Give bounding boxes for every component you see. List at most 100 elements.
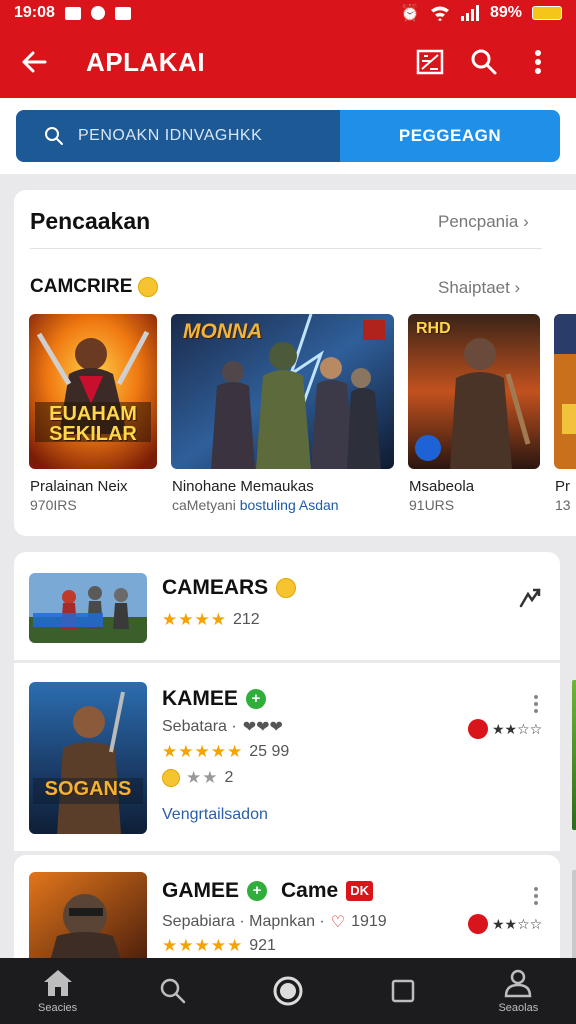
smiley-icon xyxy=(138,277,159,297)
search-icon xyxy=(471,49,497,75)
list-item[interactable]: SOGANS KAMEE + Sebatara · ❤❤❤ ★★★★★ 25 9… xyxy=(14,663,560,851)
item-more-button[interactable] xyxy=(526,693,546,715)
search-button[interactable] xyxy=(460,40,508,84)
game-cover-image xyxy=(29,314,157,469)
game-cover-title: MONNA xyxy=(183,320,263,343)
game-tile-sub-text: caMetyani xyxy=(172,497,236,513)
notification-icon xyxy=(64,6,81,20)
verified-badge-icon: + xyxy=(245,689,266,709)
list-item-title: CAMEARS xyxy=(162,576,297,600)
nav-home[interactable]: Seacies xyxy=(8,958,108,1024)
meta-text: Sebatara · xyxy=(162,718,237,735)
kebab-menu-icon xyxy=(535,50,541,74)
list-item[interactable]: CAMEARS ★★★★ 212 xyxy=(14,552,560,660)
meta-extra: 1919 xyxy=(351,913,387,930)
search-icon xyxy=(45,127,63,145)
battery-percent: 89% xyxy=(489,4,522,21)
game-thumbnail-image xyxy=(29,682,147,834)
nav-profile[interactable]: Seaolas xyxy=(468,958,568,1024)
rating-stars-icon: ★★☆☆ xyxy=(492,720,543,737)
wifi-icon xyxy=(430,6,449,21)
list-item-title-extra: Came xyxy=(281,879,339,902)
rating-count: 25 99 xyxy=(249,743,290,760)
list-item-rating: ★★★★★ 25 99 xyxy=(162,742,289,762)
list-item-meta: Sepabiara · Mapnkan · ♡ 1919 xyxy=(162,912,387,932)
list-item-rating: ★★★★★ 921 xyxy=(162,936,276,956)
nav-home-label: Seacies xyxy=(38,1002,78,1014)
search-icon xyxy=(160,978,186,1004)
rating-stars-icon: ★★☆☆ xyxy=(492,915,543,932)
game-thumbnail-image xyxy=(29,872,147,965)
item-more-button[interactable] xyxy=(526,885,546,907)
search-submit-button[interactable]: PEGGEAGN xyxy=(340,110,560,162)
game-tile[interactable] xyxy=(554,314,576,469)
game-tile-name: Pralainan Neix xyxy=(30,478,128,495)
next-card-edge xyxy=(572,680,576,830)
game-tile[interactable]: MONNA xyxy=(171,314,394,469)
list-item-link[interactable]: Vengrtailsadon xyxy=(162,806,268,824)
list-item-title-text: GAMEE xyxy=(162,879,240,902)
filter-button[interactable] xyxy=(406,40,454,84)
game-tile-sub-link[interactable]: bostuling Asdan xyxy=(240,497,339,513)
battery-icon xyxy=(532,6,562,20)
more-options-button[interactable] xyxy=(514,40,562,84)
grid-icon xyxy=(416,49,444,75)
game-cover-image xyxy=(554,314,576,469)
game-thumbnail xyxy=(29,872,147,965)
back-button[interactable] xyxy=(14,42,54,82)
list-item-title-text: CAMEARS xyxy=(162,576,269,599)
section-title: Pencaakan xyxy=(30,208,151,234)
nav-search[interactable] xyxy=(123,958,223,1024)
list-item-title: KAMEE + xyxy=(162,687,266,711)
game-thumbnail-image xyxy=(29,573,147,643)
share-button[interactable] xyxy=(518,586,542,610)
rating-text: 212 xyxy=(232,611,260,628)
app-title: APLAKAI xyxy=(86,46,206,77)
game-tile-name: Ninohane Memaukas xyxy=(172,478,314,495)
notification-icon xyxy=(90,6,105,20)
status-time: 19:08 xyxy=(14,4,55,21)
section-more-link[interactable]: Pencpania › xyxy=(438,212,529,232)
secondary-count: 2 xyxy=(224,769,234,786)
status-bar: 19:08 ⏰ 89% xyxy=(0,0,576,26)
game-tile-sub: 13 xyxy=(555,497,571,513)
meta-extra: ❤❤❤ xyxy=(242,719,283,736)
rating-dot-icon xyxy=(468,719,488,739)
notification-icon xyxy=(114,6,131,20)
circle-home-icon xyxy=(273,976,303,1006)
game-cover-title: RHD xyxy=(416,320,451,337)
arrow-left-icon xyxy=(22,51,47,73)
grey-stars-icon: ★★ xyxy=(186,768,219,787)
game-tile[interactable]: EUAHAM SEKILAR xyxy=(29,314,157,469)
nav-home-button[interactable] xyxy=(238,958,338,1024)
list-item-secondary-rating: ★★ 2 xyxy=(162,768,233,788)
recommended-section: Pencaakan Pencpania › CAMCRIRE Shaiptaet… xyxy=(14,190,576,536)
alarm-icon: ⏰ xyxy=(400,5,420,22)
nav-recents[interactable] xyxy=(353,958,453,1024)
coin-icon xyxy=(162,769,180,787)
game-tile-sub: 91URS xyxy=(409,497,455,513)
game-cover-title: EUAHAM SEKILAR xyxy=(49,403,137,445)
search-field[interactable] xyxy=(16,110,340,162)
game-tile-sub: 970IRS xyxy=(30,497,77,513)
list-item-rating: ★★★★ 212 xyxy=(162,610,260,630)
game-tile[interactable]: RHD xyxy=(408,314,540,469)
app-bar: APLAKAI xyxy=(0,30,576,94)
age-badge: DK xyxy=(346,881,373,901)
square-icon xyxy=(391,979,415,1003)
rating-stars-icon: ★★★★★ xyxy=(162,742,244,761)
heart-icon: ♡ xyxy=(330,914,346,931)
list-item[interactable]: GAMEE + Came DK Sepabiara · Mapnkan · ♡ … xyxy=(14,855,560,965)
signal-icon xyxy=(460,5,479,21)
nav-profile-label: Seaolas xyxy=(498,1002,539,1014)
rating-stars-icon: ★★★★★ xyxy=(162,936,244,955)
game-tile-name: Pr xyxy=(555,478,570,495)
search-input[interactable] xyxy=(78,127,318,145)
category-title-text: CAMCRIRE xyxy=(30,276,133,297)
list-item-title-text: KAMEE xyxy=(162,687,238,710)
rating-pill: ★★☆☆ xyxy=(468,914,542,934)
category-more-link[interactable]: Shaiptaet › xyxy=(438,278,520,298)
meta-text: Sepabiara · Mapnkan · xyxy=(162,913,325,930)
search-area: PEGGEAGN xyxy=(0,98,576,174)
bottom-navigation: Seacies Seaolas xyxy=(0,958,576,1024)
